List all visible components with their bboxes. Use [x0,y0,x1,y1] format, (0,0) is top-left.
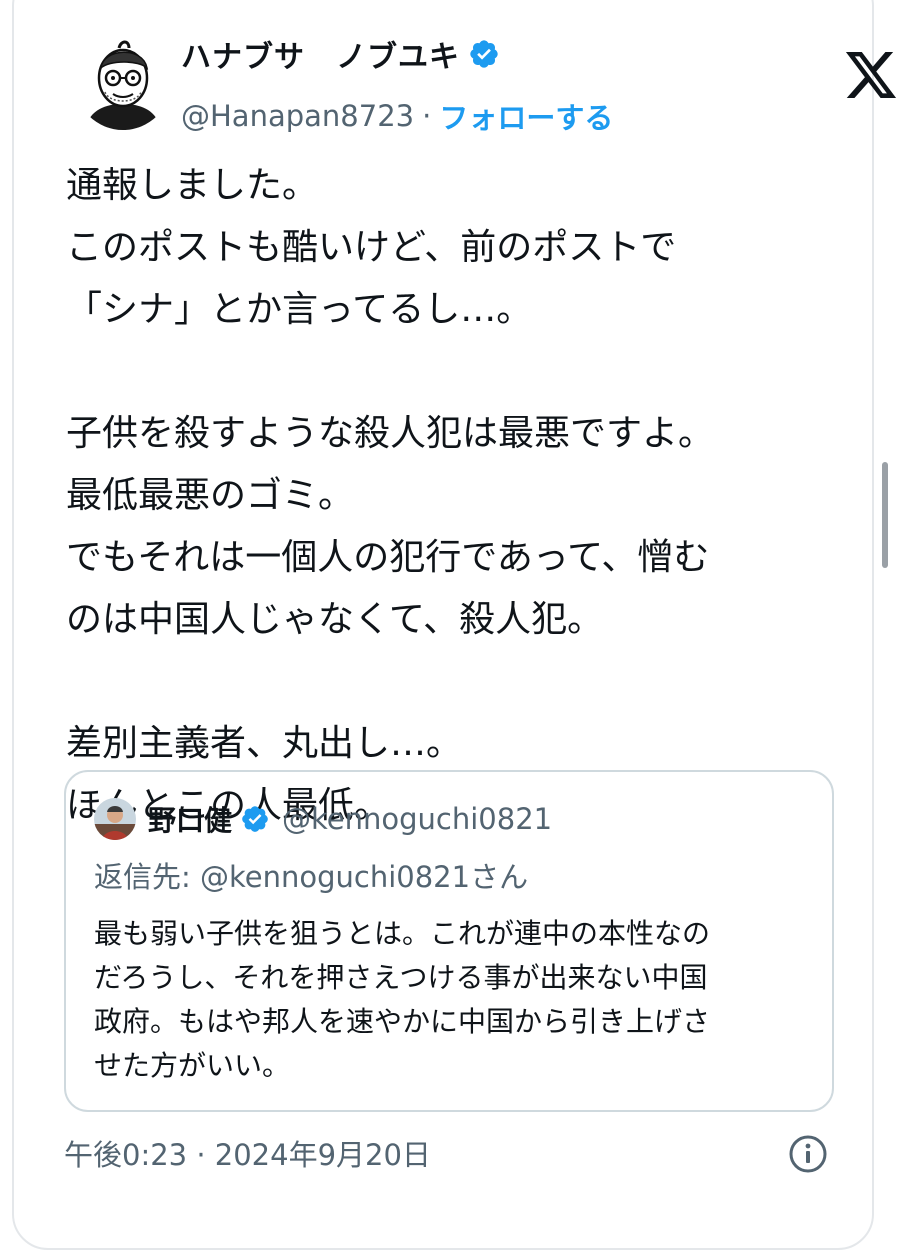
separator-dot: · [422,99,432,133]
verified-badge-icon [470,40,498,68]
quoted-tweet[interactable]: 野口健 @kennoguchi0821 返信先: @kennoguchi0821… [64,770,834,1112]
tweet-timestamp[interactable]: 午後0:23 · 2024年9月20日 [64,1132,431,1174]
quoted-author-handle[interactable]: @kennoguchi0821 [282,802,552,836]
author-handle-row: @Hanapan8723 · フォローする [181,94,613,138]
author-handle[interactable]: @Hanapan8723 [181,99,414,133]
scrollbar-thumb[interactable] [882,462,888,568]
info-icon[interactable] [788,1134,828,1174]
verified-badge-icon [242,806,268,832]
reply-to-label: 返信先: @kennoguchi0821さん [94,860,529,894]
quoted-author-avatar[interactable] [94,798,136,840]
tweet-body-text: 通報しました。 このポストも酷いけど、前のポストで 「シナ」とか言ってるし…。 … [66,165,715,826]
follow-button[interactable]: フォローする [439,95,613,137]
quoted-author-name[interactable]: 野口健 [148,799,232,839]
tweet-header: ハナブサ ノブユキ @Hanapan8723 · フォローする [65,22,897,135]
x-logo-icon[interactable] [845,52,897,98]
author-avatar[interactable] [75,34,171,130]
quoted-tweet-header: 野口健 @kennoguchi0821 [94,796,552,842]
photo-avatar-icon [94,798,136,840]
quoted-tweet-text: 最も弱い子供を狙うとは。これが連中の本性なの だろうし、それを押さえつける事が出… [94,917,711,1082]
author-display-name[interactable]: ハナブサ ノブユキ [181,32,460,76]
author-name-row[interactable]: ハナブサ ノブユキ [181,30,500,78]
cartoon-avatar-icon [75,34,171,130]
